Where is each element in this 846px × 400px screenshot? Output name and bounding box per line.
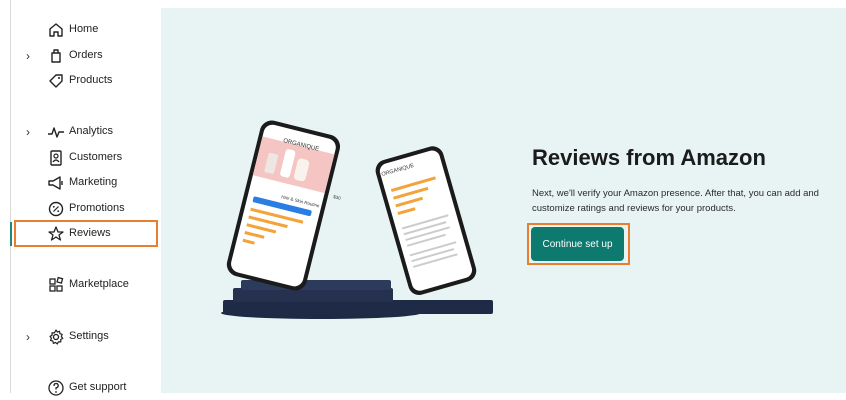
page-title: Reviews from Amazon	[532, 145, 766, 170]
main-content: ORGANIQUE Hair & Skin Routine $30 ORGANI…	[161, 8, 846, 393]
sidebar-item-label: Marketplace	[69, 278, 129, 290]
help-icon	[48, 380, 64, 396]
sidebar-item-reviews[interactable]: Reviews	[0, 222, 160, 246]
sidebar-item-label: Settings	[69, 330, 109, 342]
phones-illustration: ORGANIQUE Hair & Skin Routine $30 ORGANI…	[221, 120, 493, 319]
sidebar-item-label: Reviews	[69, 227, 111, 239]
sidebar-item-settings[interactable]: › Settings	[0, 325, 160, 349]
sidebar-item-marketing[interactable]: Marketing	[0, 171, 160, 195]
sidebar-item-get-support[interactable]: Get support	[0, 376, 160, 400]
apps-grid-icon	[49, 276, 64, 292]
tag-icon	[49, 74, 63, 88]
pedestal-base	[223, 300, 493, 314]
phone-right	[375, 146, 477, 295]
sidebar-item-label: Promotions	[69, 202, 125, 214]
sidebar-item-analytics[interactable]: › Analytics	[0, 120, 160, 144]
sidebar-item-label: Customers	[69, 151, 123, 163]
hero-description: Next, we'll verify your Amazon presence.…	[532, 188, 819, 214]
sidebar-item-customers[interactable]: Customers	[0, 146, 160, 170]
sidebar-item-products[interactable]: Products	[0, 69, 160, 93]
sidebar-item-home[interactable]: Home	[0, 18, 160, 42]
orders-icon	[51, 49, 61, 63]
pulse-icon	[48, 127, 64, 138]
sidebar-item-orders[interactable]: › Orders	[0, 44, 160, 68]
home-icon	[49, 23, 63, 37]
percent-badge-icon	[48, 201, 64, 217]
gear-icon	[49, 329, 64, 345]
chevron-right-icon[interactable]: ›	[26, 125, 30, 139]
chevron-right-icon[interactable]: ›	[26, 330, 30, 344]
sidebar: Home › Orders Products › Analytics Custo…	[0, 0, 162, 396]
customers-icon	[50, 150, 62, 166]
sidebar-item-marketplace[interactable]: Marketplace	[0, 273, 160, 297]
continue-setup-button[interactable]: Continue set up	[531, 227, 624, 261]
sidebar-item-label: Home	[69, 23, 99, 35]
pedestal-middle	[233, 288, 393, 302]
phone-left	[226, 120, 341, 291]
star-icon	[48, 226, 64, 241]
sidebar-item-promotions[interactable]: Promotions	[0, 197, 160, 221]
sidebar-item-label: Marketing	[69, 176, 118, 188]
megaphone-icon	[48, 176, 63, 190]
sidebar-item-label: Get support	[69, 381, 127, 393]
sidebar-item-label: Orders	[69, 49, 103, 61]
phone-price: $30	[333, 194, 342, 201]
chevron-right-icon[interactable]: ›	[26, 49, 30, 63]
sidebar-item-label: Products	[69, 74, 113, 86]
sidebar-item-label: Analytics	[69, 125, 114, 137]
